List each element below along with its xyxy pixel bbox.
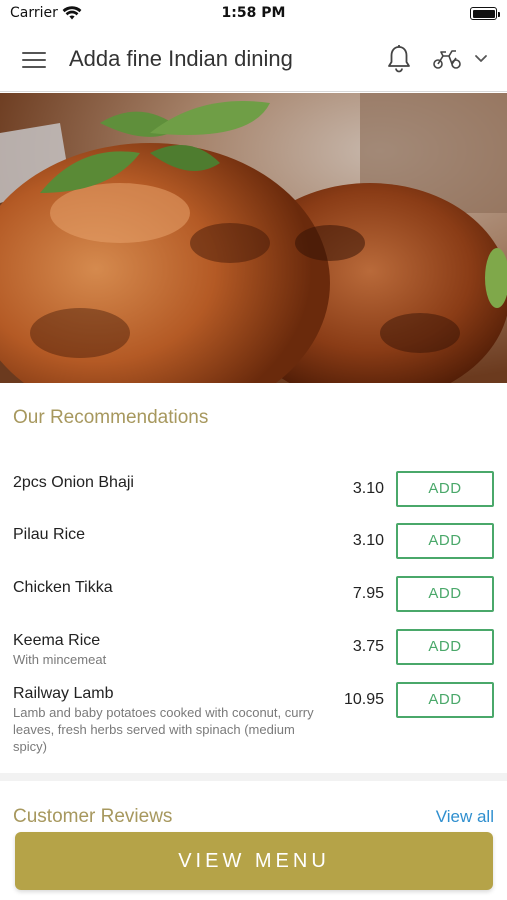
list-item: Chicken Tikka 7.95 ADD [0,571,507,623]
add-button[interactable]: ADD [396,682,494,718]
hamburger-menu-icon[interactable] [22,50,48,70]
app-header: Adda fine Indian dining [0,28,507,92]
item-price: 3.75 [352,638,384,655]
item-name: 2pcs Onion Bhaji [13,474,134,491]
view-menu-button[interactable]: VIEW MENU [15,832,493,890]
item-price: 3.10 [352,532,384,549]
item-name: Chicken Tikka [13,579,113,596]
recommendations-title: Our Recommendations [13,407,209,428]
item-name: Keema Rice [13,632,101,649]
section-divider [0,773,507,781]
list-item: 2pcs Onion Bhaji 3.10 ADD [0,466,507,518]
add-button[interactable]: ADD [396,576,494,612]
add-button[interactable]: ADD [396,629,494,665]
delivery-scooter-icon[interactable] [432,48,462,70]
add-button[interactable]: ADD [396,471,494,507]
bell-icon[interactable] [386,44,412,74]
item-name: Railway Lamb [13,685,114,702]
item-name: Pilau Rice [13,526,86,543]
clock: 1:58 PM [221,5,286,21]
tandoori-chicken-photo [0,93,507,383]
item-description: Lamb and baby potatoes cooked with cocon… [13,705,314,754]
item-description: With mincemeat [13,652,107,667]
item-price: 10.95 [343,691,384,708]
list-item: Keema Rice With mincemeat 3.75 ADD [0,624,507,676]
hero-food-image [0,93,507,383]
add-button[interactable]: ADD [396,523,494,559]
list-item: Railway Lamb Lamb and baby potatoes cook… [0,677,507,761]
list-item: Pilau Rice 3.10 ADD [0,518,507,570]
status-bar: Carrier 1:58 PM [0,0,507,28]
battery-icon [470,7,500,20]
chevron-down-icon[interactable] [474,54,488,64]
restaurant-title: Adda fine Indian dining [69,46,293,71]
item-price: 3.10 [352,480,384,497]
item-price: 7.95 [352,585,384,602]
